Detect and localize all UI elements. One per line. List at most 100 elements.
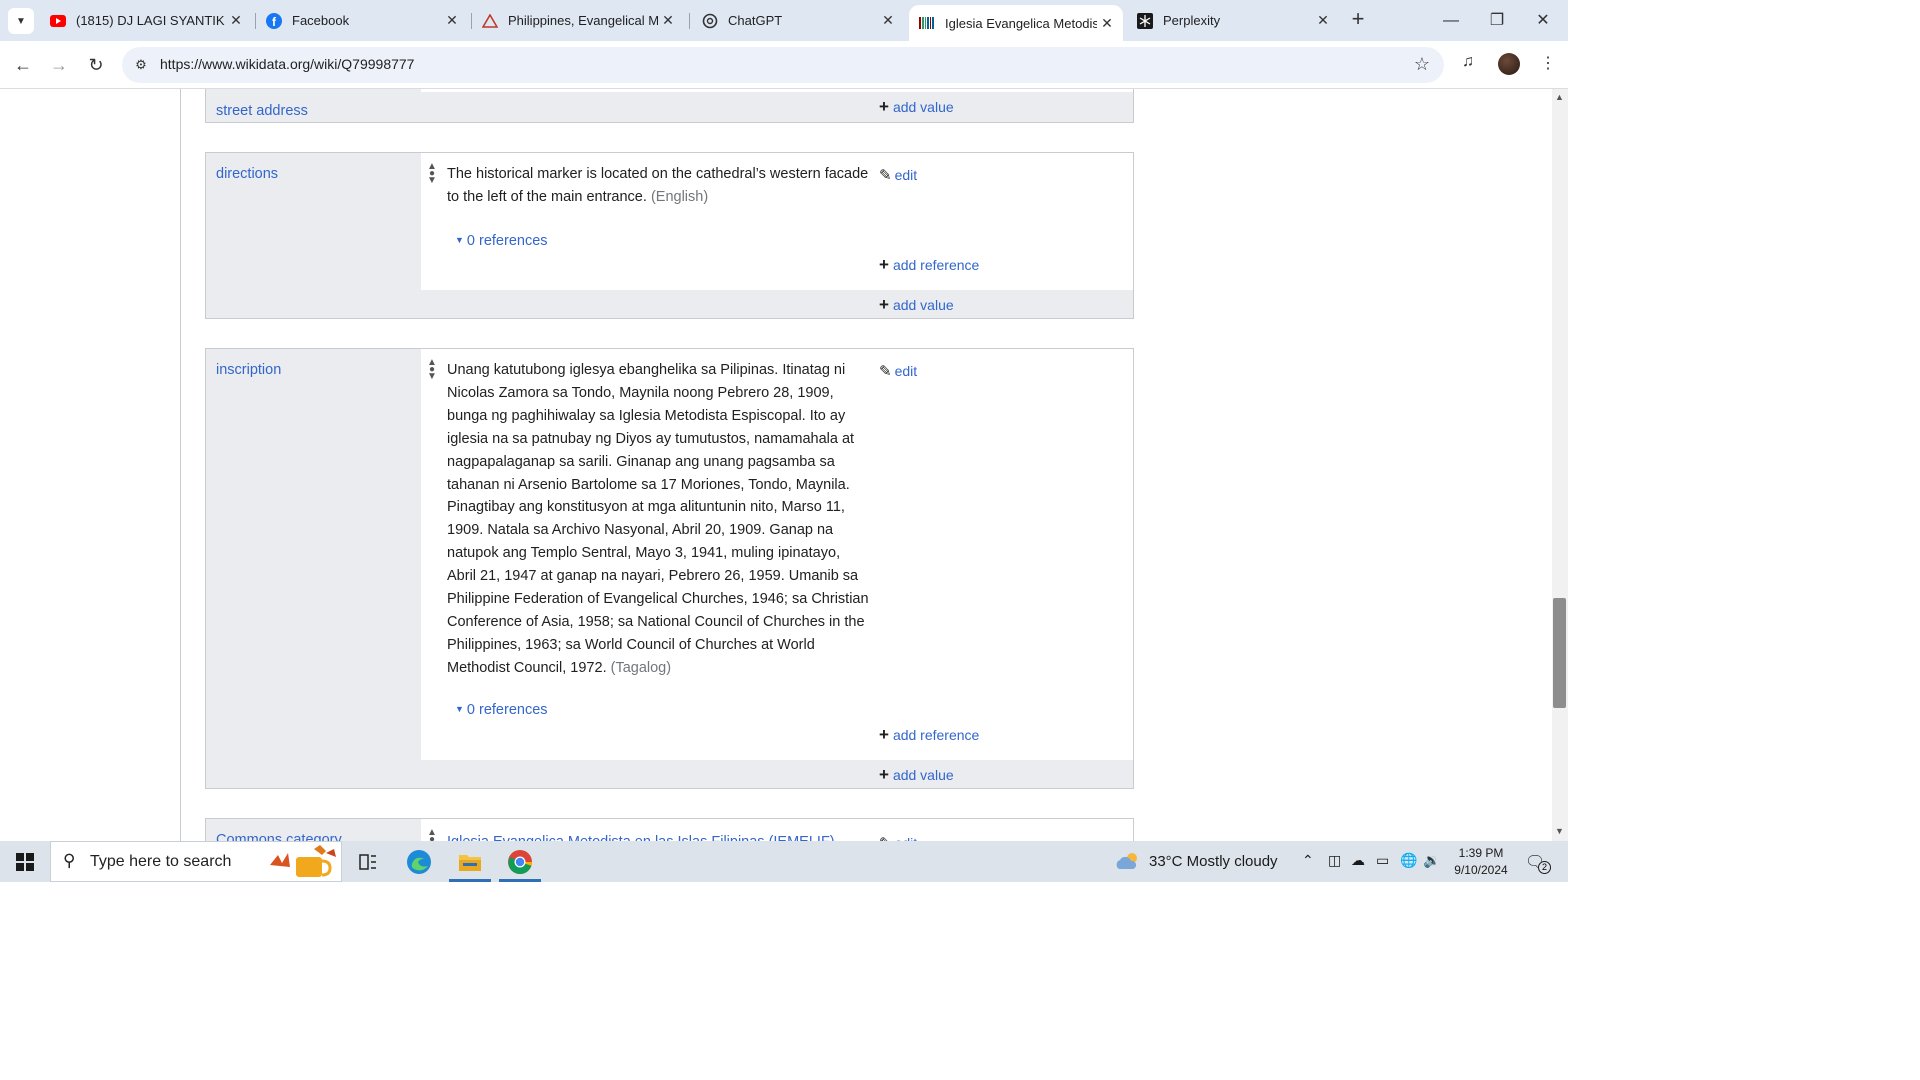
- vertical-scrollbar[interactable]: [1552, 89, 1568, 841]
- facebook-icon: f: [266, 12, 282, 29]
- tab-philippines[interactable]: Philippines, Evangelical Me ✕: [472, 6, 684, 35]
- rank-selector-icon[interactable]: ▲●▼: [426, 162, 438, 186]
- close-icon[interactable]: ✕: [442, 12, 462, 29]
- network-globe-icon[interactable]: 🌐: [1400, 852, 1417, 869]
- add-value-link[interactable]: + add value: [879, 765, 954, 785]
- tab-search-button[interactable]: ▼: [8, 8, 34, 34]
- tab-title: Philippines, Evangelical Me: [508, 13, 658, 28]
- language-tag: (Tagalog): [610, 659, 672, 676]
- scroll-down-icon[interactable]: ▼: [1555, 826, 1564, 836]
- add-value-label: add value: [892, 99, 954, 115]
- forward-button[interactable]: →: [45, 51, 73, 79]
- notification-count-badge: 2: [1538, 861, 1551, 874]
- rank-selector-icon[interactable]: ▲●▼: [426, 358, 438, 382]
- statement-street-address: street address + add value: [205, 89, 1134, 123]
- close-icon[interactable]: ✕: [658, 12, 678, 29]
- statement-value-link[interactable]: Iglesia Evangelica Metodista en las Isla…: [447, 831, 872, 841]
- restore-icon: ❐: [1489, 12, 1505, 29]
- value-text: Unang katutubong iglesya ebanghelika sa …: [447, 362, 869, 676]
- new-tab-button[interactable]: +: [1346, 8, 1370, 32]
- search-placeholder: Type here to search: [90, 853, 232, 870]
- statement-commons-category: Commons category ▲●▼ Iglesia Evangelica …: [205, 818, 1134, 841]
- property-label[interactable]: street address: [216, 103, 308, 119]
- tab-wikidata-active[interactable]: Iglesia Evangelica Metodist ✕: [909, 5, 1123, 41]
- plus-icon: +: [879, 255, 889, 274]
- references-toggle[interactable]: ▼ 0 references: [455, 702, 548, 718]
- avatar[interactable]: [1498, 53, 1520, 75]
- add-value-link[interactable]: + add value: [879, 295, 954, 315]
- property-label[interactable]: inscription: [216, 362, 281, 378]
- windows-start-icon[interactable]: [16, 853, 34, 871]
- youtube-icon: [50, 13, 66, 29]
- close-icon[interactable]: ✕: [1097, 15, 1117, 32]
- tab-chatgpt[interactable]: ChatGPT ✕: [692, 6, 904, 35]
- media-control-icon[interactable]: ♫: [1462, 53, 1474, 71]
- chrome-browser-icon[interactable]: [506, 848, 534, 876]
- back-button[interactable]: ←: [9, 51, 37, 79]
- restore-button[interactable]: ❐: [1474, 8, 1520, 34]
- references-toggle[interactable]: ▼ 0 references: [455, 233, 548, 249]
- pencil-icon: ✎: [879, 834, 892, 841]
- caret-down-icon: ▼: [455, 704, 464, 714]
- weather-text[interactable]: 33°C Mostly cloudy: [1149, 853, 1278, 870]
- statement-directions: directions ▲ ● ▼ The historical marker is …: [205, 152, 1134, 319]
- add-reference-link[interactable]: + add reference: [879, 255, 979, 275]
- chevron-up-icon[interactable]: ⌃: [1302, 852, 1314, 869]
- minimize-button[interactable]: —: [1428, 8, 1474, 34]
- edit-link[interactable]: ✎ edit: [879, 362, 917, 380]
- tab-title: Facebook: [292, 13, 350, 28]
- add-value-label: add value: [892, 297, 954, 313]
- edge-browser-icon[interactable]: [405, 848, 433, 876]
- minimize-icon: —: [1443, 12, 1459, 29]
- clock-date: 9/10/2024: [1454, 863, 1508, 877]
- reload-button[interactable]: ↻: [82, 51, 110, 79]
- property-label[interactable]: Commons category: [216, 832, 342, 841]
- add-value-link[interactable]: + add value: [879, 97, 954, 117]
- property-label[interactable]: directions: [216, 166, 278, 182]
- onedrive-cloud-icon[interactable]: ☁: [1351, 852, 1365, 869]
- windows-taskbar: ⚲ Type here to search 33°C Mostly cloudy…: [0, 841, 1568, 882]
- battery-icon[interactable]: ▭: [1376, 852, 1389, 869]
- close-icon: ✕: [1536, 12, 1550, 29]
- task-view-icon[interactable]: [354, 848, 382, 876]
- device-icon[interactable]: ◫: [1328, 852, 1341, 869]
- rank-selector-icon[interactable]: ▲●▼: [426, 828, 438, 842]
- tab-facebook[interactable]: f Facebook ✕: [256, 6, 468, 35]
- scrollbar-thumb[interactable]: [1553, 598, 1566, 708]
- edit-label: edit: [894, 167, 918, 183]
- clock-time: 1:39 PM: [1458, 846, 1504, 860]
- taskbar-search-box[interactable]: ⚲ Type here to search: [50, 841, 342, 882]
- bookmark-star-icon[interactable]: ☆: [1414, 54, 1430, 75]
- close-window-button[interactable]: ✕: [1520, 8, 1566, 34]
- tab-title: ChatGPT: [728, 13, 783, 28]
- add-reference-link[interactable]: + add reference: [879, 725, 979, 745]
- edit-link[interactable]: ✎ edit: [879, 834, 917, 841]
- triangle-icon: [482, 13, 498, 29]
- taskbar-clock[interactable]: 1:39 PM 9/10/2024: [1451, 845, 1511, 879]
- url-text[interactable]: https://www.wikidata.org/wiki/Q79998777: [160, 56, 414, 72]
- chevron-down-icon: ▼: [16, 15, 26, 27]
- volume-icon[interactable]: 🔉: [1423, 852, 1440, 869]
- tab-title: Perplexity: [1163, 13, 1221, 28]
- plus-icon: +: [879, 295, 889, 314]
- kebab-menu-icon[interactable]: ⋮: [1540, 53, 1556, 73]
- autumn-mug-illustration-icon: [270, 845, 336, 877]
- address-bar[interactable]: ⚙ https://www.wikidata.org/wiki/Q7999877…: [122, 47, 1444, 83]
- active-app-indicator: [499, 879, 541, 882]
- edit-link[interactable]: ✎ edit: [879, 166, 917, 184]
- tab-youtube[interactable]: (1815) DJ LAGI SYANTIK X ✕: [40, 6, 252, 35]
- statement-value: The historical marker is located on the …: [447, 163, 872, 209]
- close-icon[interactable]: ✕: [878, 12, 898, 29]
- browser-toolbar: ← → ↻ ⚙ https://www.wikidata.org/wiki/Q7…: [0, 41, 1568, 89]
- pencil-icon: ✎: [879, 363, 892, 380]
- scroll-up-icon[interactable]: ▲: [1555, 92, 1564, 102]
- plus-icon: +: [1351, 6, 1365, 31]
- add-reference-label: add reference: [892, 257, 980, 273]
- left-rail-divider: [180, 89, 181, 841]
- file-explorer-icon[interactable]: [456, 848, 484, 876]
- close-icon[interactable]: ✕: [226, 12, 246, 29]
- perplexity-icon: [1137, 12, 1153, 29]
- tab-perplexity[interactable]: Perplexity ✕: [1127, 6, 1339, 35]
- site-settings-icon[interactable]: ⚙: [132, 56, 150, 74]
- close-icon[interactable]: ✕: [1313, 12, 1333, 29]
